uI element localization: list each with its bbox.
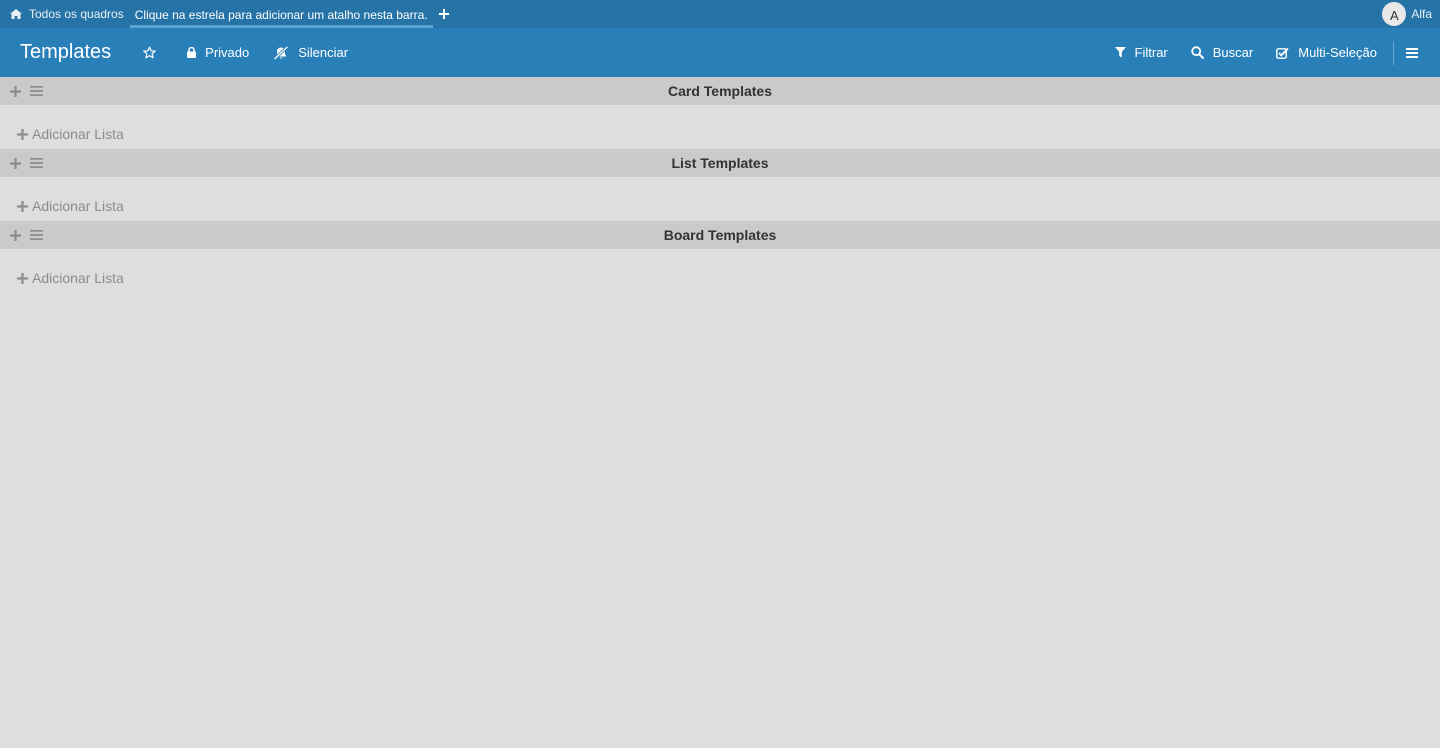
swimlane-title[interactable]: List Templates [0, 155, 1440, 171]
board-header: Templates Privado Silenciar Filtrar Busc… [0, 28, 1440, 77]
user-menu[interactable]: A Alfa [1382, 2, 1432, 26]
plus-icon [10, 85, 21, 97]
swimlane-title[interactable]: Board Templates [0, 227, 1440, 243]
filter-button[interactable]: Filtrar [1114, 28, 1168, 77]
mute-button[interactable]: Silenciar [273, 28, 348, 77]
top-navigation-bar: Todos os quadros Clique na estrela para … [0, 0, 1440, 28]
board-title[interactable]: Templates [20, 41, 111, 64]
swimlane-header: Board Templates [0, 221, 1440, 249]
plus-icon [10, 229, 21, 241]
plus-icon [17, 200, 28, 212]
add-shortcut-button[interactable] [438, 9, 449, 19]
swimlane-body: Adicionar Lista [0, 105, 1440, 149]
search-icon [1191, 46, 1204, 59]
lock-icon [187, 47, 197, 58]
swimlanes-container: Card Templates Adicionar Lista List Temp… [0, 77, 1440, 293]
hamburger-icon [30, 86, 43, 96]
privacy-label: Privado [205, 45, 250, 60]
swimlane-menu-button[interactable] [30, 86, 43, 96]
swimlane-title[interactable]: Card Templates [0, 83, 1440, 99]
all-boards-link[interactable]: Todos os quadros [10, 0, 124, 28]
bell-slash-icon [273, 45, 289, 60]
plus-icon [10, 157, 21, 169]
add-list-label: Adicionar Lista [32, 198, 124, 214]
swimlane-body: Adicionar Lista [0, 177, 1440, 221]
add-swimlane-button[interactable] [10, 157, 21, 169]
search-label: Buscar [1212, 45, 1254, 60]
add-swimlane-button[interactable] [10, 85, 21, 97]
multiselect-button[interactable]: Multi-Seleção [1276, 28, 1377, 77]
add-list-button[interactable]: Adicionar Lista [17, 126, 124, 142]
filter-label: Filtrar [1134, 45, 1168, 60]
hamburger-icon [1406, 47, 1418, 58]
swimlane-board-templates: Board Templates Adicionar Lista [0, 221, 1440, 293]
swimlane-list-templates: List Templates Adicionar Lista [0, 149, 1440, 221]
swimlane-menu-button[interactable] [30, 230, 43, 240]
star-board-button[interactable] [143, 28, 165, 77]
star-outline-icon [143, 46, 156, 59]
multiselect-label: Multi-Seleção [1298, 45, 1377, 60]
board-menu-button[interactable] [1406, 28, 1418, 77]
swimlane-header: List Templates [0, 149, 1440, 177]
home-icon [10, 9, 22, 19]
plus-icon [17, 272, 28, 284]
swimlane-header: Card Templates [0, 77, 1440, 105]
mute-label: Silenciar [298, 45, 349, 60]
hamburger-icon [30, 230, 43, 240]
all-boards-label: Todos os quadros [29, 7, 124, 21]
shortcut-hint[interactable]: Clique na estrela para adicionar um atal… [129, 0, 433, 28]
checkbox-checked-icon [1276, 47, 1289, 59]
filter-icon [1114, 47, 1126, 58]
add-list-label: Adicionar Lista [32, 270, 124, 286]
avatar: A [1382, 2, 1407, 26]
plus-icon [17, 128, 28, 140]
header-divider [1393, 40, 1394, 65]
add-swimlane-button[interactable] [10, 229, 21, 241]
hamburger-icon [30, 158, 43, 168]
swimlane-body: Adicionar Lista [0, 249, 1440, 293]
swimlane-menu-button[interactable] [30, 158, 43, 168]
privacy-button[interactable]: Privado [187, 28, 249, 77]
add-list-label: Adicionar Lista [32, 126, 124, 142]
add-list-button[interactable]: Adicionar Lista [17, 198, 124, 214]
plus-icon [438, 9, 449, 19]
add-list-button[interactable]: Adicionar Lista [17, 270, 124, 286]
username: Alfa [1411, 7, 1432, 21]
swimlane-card-templates: Card Templates Adicionar Lista [0, 77, 1440, 149]
search-button[interactable]: Buscar [1191, 28, 1253, 77]
